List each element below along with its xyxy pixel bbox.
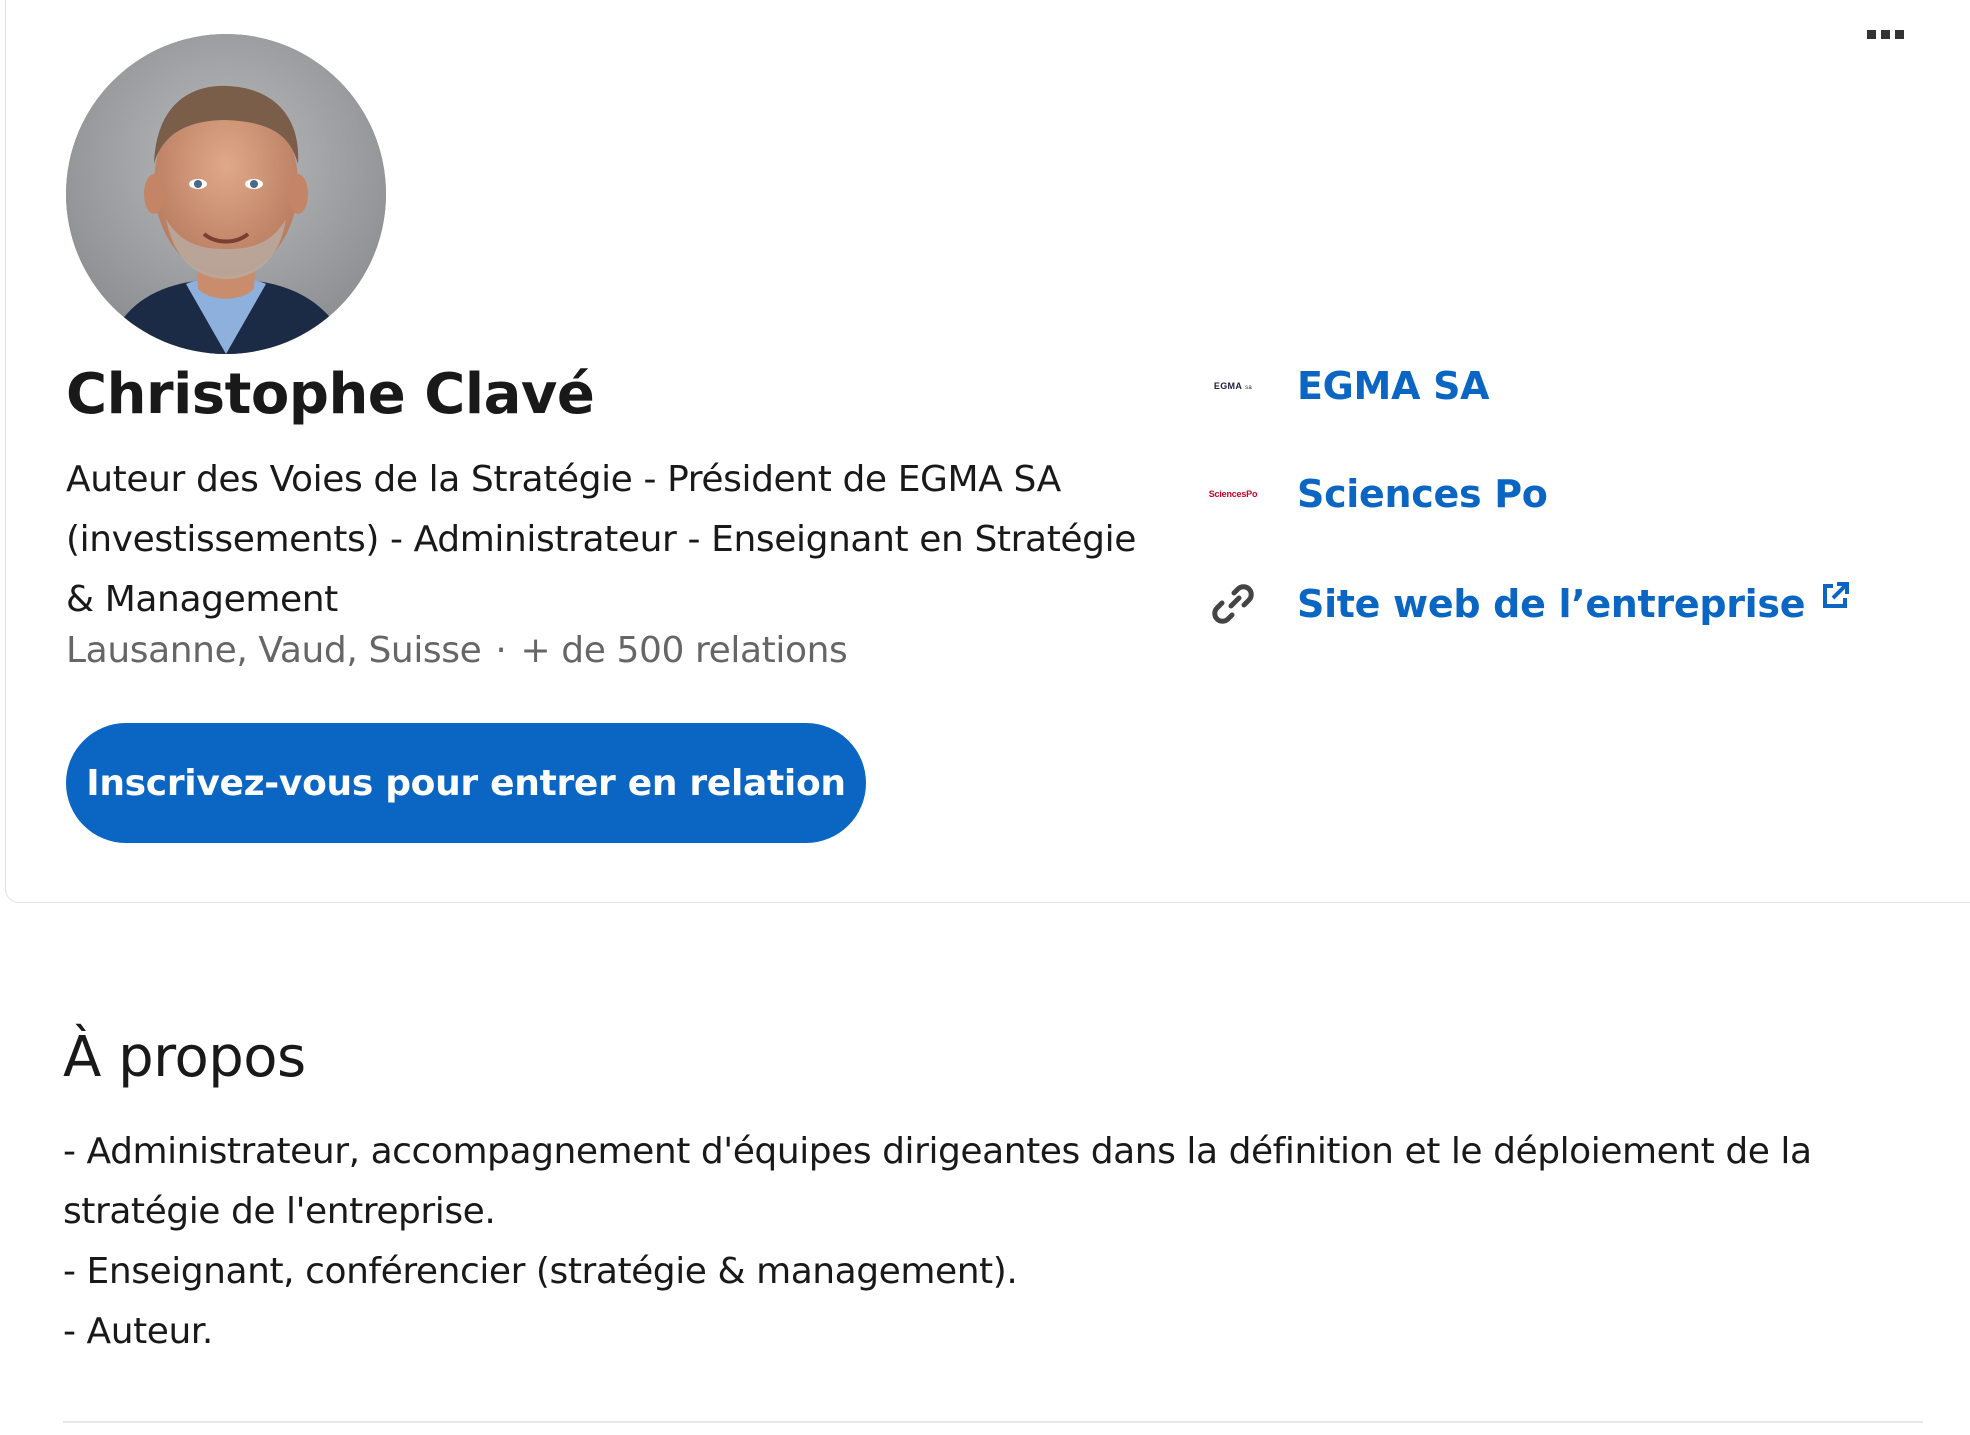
profile-avatar[interactable] bbox=[66, 34, 386, 354]
profile-photo-icon bbox=[66, 34, 386, 354]
about-line: - Enseignant, conférencier (stratégie & … bbox=[63, 1251, 1018, 1292]
about-line: - Administrateur, accompagnement d'équip… bbox=[63, 1131, 1812, 1232]
connections-count: + de 500 relations bbox=[520, 630, 848, 671]
section-divider bbox=[63, 1421, 1923, 1423]
link-icon bbox=[1205, 584, 1261, 624]
education-link-label: Sciences Po bbox=[1297, 472, 1548, 516]
more-dot-icon bbox=[1880, 29, 1890, 39]
company-link-label: EGMA SA bbox=[1297, 364, 1490, 408]
join-connect-button[interactable]: Inscrivez-vous pour entrer en relation bbox=[66, 723, 866, 843]
external-link-icon bbox=[1819, 580, 1851, 617]
company-website-link[interactable]: Site web de l’entreprise bbox=[1205, 580, 1851, 626]
more-options-button[interactable] bbox=[1855, 22, 1915, 46]
profile-name: Christophe Clavé bbox=[66, 362, 595, 427]
profile-location: Lausanne, Vaud, Suisse bbox=[66, 630, 482, 671]
about-line: - Auteur. bbox=[63, 1311, 213, 1352]
more-dot-icon bbox=[1866, 29, 1876, 39]
profile-headline: Auteur des Voies de la Stratégie - Prési… bbox=[66, 459, 1136, 620]
about-section-title: À propos bbox=[63, 1025, 306, 1090]
company-link-egma[interactable]: EGMA sa EGMA SA bbox=[1205, 364, 1490, 408]
education-link-sciencespo[interactable]: SciencesPo Sciences Po bbox=[1205, 472, 1548, 516]
separator-dot: · bbox=[495, 630, 507, 671]
sciencespo-logo: SciencesPo bbox=[1208, 489, 1258, 499]
more-dot-icon bbox=[1894, 29, 1904, 39]
company-website-label: Site web de l’entreprise bbox=[1297, 582, 1806, 626]
about-section-body: - Administrateur, accompagnement d'équip… bbox=[63, 1122, 1923, 1362]
egma-logo: EGMA sa bbox=[1213, 381, 1253, 391]
location-line: Lausanne, Vaud, Suisse · + de 500 relation… bbox=[66, 630, 848, 671]
